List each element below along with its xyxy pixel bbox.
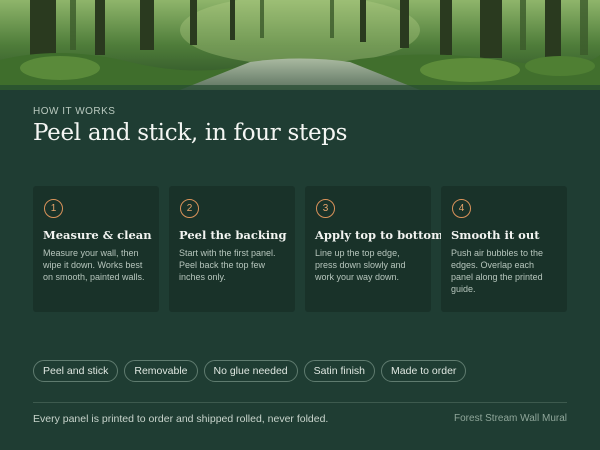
step-description: Line up the top edge, press down slowly …: [315, 248, 406, 282]
step-card-4: 4 Smooth it out Push air bubbles to the …: [441, 186, 567, 312]
tag-made-to-order[interactable]: Made to order: [381, 360, 467, 382]
step-card-1: 1 Measure & clean Measure your wall, the…: [33, 186, 159, 312]
section-title: Peel and stick, in four steps: [33, 120, 348, 146]
footer-product-name: Forest Stream Wall Mural: [454, 413, 567, 424]
feature-tags: Peel and stick Removable No glue needed …: [33, 360, 467, 382]
hero-forest-image: [0, 0, 600, 90]
step-number-badge: 3: [316, 199, 335, 218]
step-number-badge: 2: [180, 199, 199, 218]
step-card-2: 2 Peel the backing Start with the first …: [169, 186, 295, 312]
footer-note: Every panel is printed to order and ship…: [33, 413, 329, 425]
tag-removable[interactable]: Removable: [124, 360, 198, 382]
tag-satin-finish[interactable]: Satin finish: [303, 360, 376, 382]
step-title: Measure & clean: [43, 228, 152, 242]
step-title: Smooth it out: [451, 228, 540, 242]
step-card-3: 3 Apply top to bottom Line up the top ed…: [305, 186, 444, 312]
section-eyebrow: HOW IT WORKS: [33, 106, 116, 117]
step-title: Apply top to bottom: [315, 228, 444, 242]
steps-list: 1 Measure & clean Measure your wall, the…: [33, 186, 567, 312]
step-number-badge: 4: [452, 199, 471, 218]
step-description: Start with the first panel. Peel back th…: [179, 248, 276, 282]
tag-no-glue-needed[interactable]: No glue needed: [203, 360, 298, 382]
step-title: Peel the backing: [179, 228, 287, 242]
tag-peel-and-stick[interactable]: Peel and stick: [33, 360, 119, 382]
footer-divider: [33, 402, 567, 403]
step-description: Push air bubbles to the edges. Overlap e…: [451, 248, 544, 294]
forest-stream-illustration: [0, 0, 600, 90]
step-number-badge: 1: [44, 199, 63, 218]
step-description: Measure your wall, then wipe it down. Wo…: [43, 248, 145, 282]
